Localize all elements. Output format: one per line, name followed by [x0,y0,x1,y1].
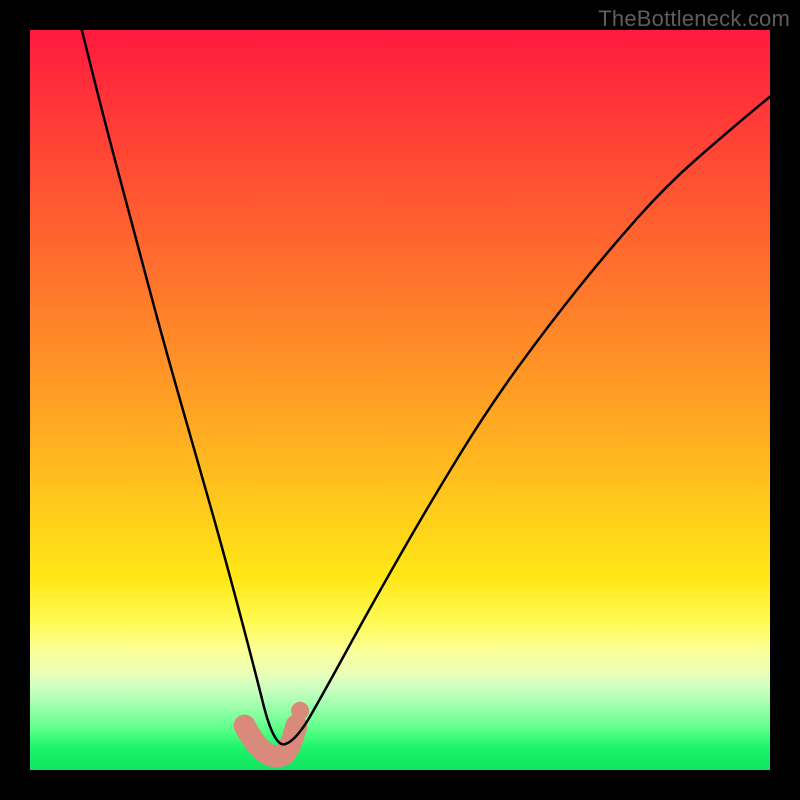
chart-frame: TheBottleneck.com [0,0,800,800]
bottleneck-curve [82,30,770,744]
watermark-text: TheBottleneck.com [598,6,790,32]
plot-area [30,30,770,770]
curve-layer [30,30,770,770]
optimal-highlight-dot [291,702,309,720]
